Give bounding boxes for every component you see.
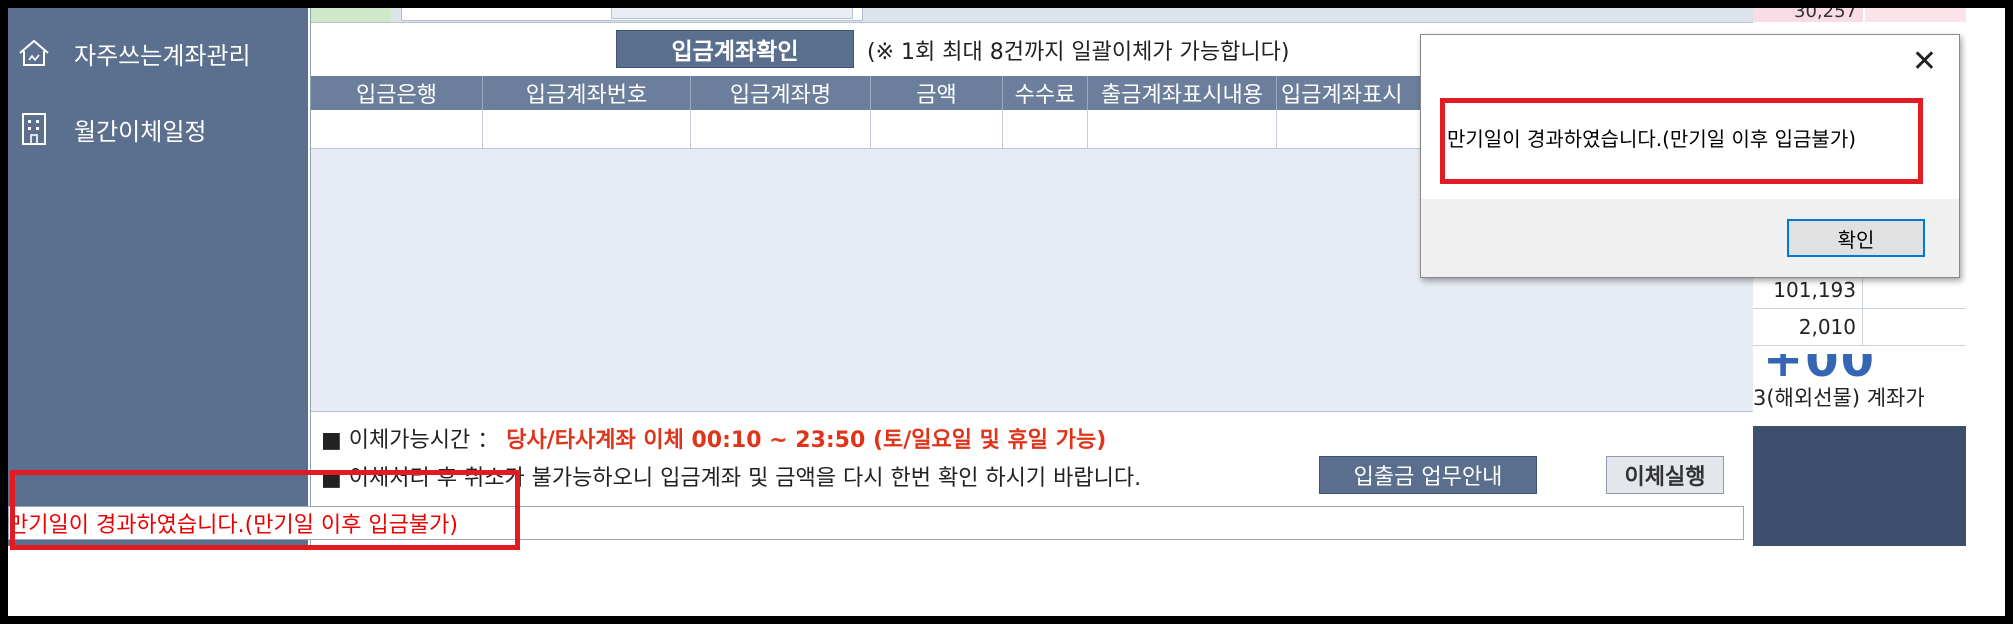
strip-field[interactable] bbox=[611, 8, 853, 19]
transfer-hours-value: 당사/타사계좌 이체 00:10 ~ 23:50 (토/일요일 및 휴일 가능) bbox=[506, 428, 1107, 453]
highlight-box bbox=[1440, 98, 1923, 184]
transfer-info-area: ■ 이체가능시간 ： 당사/타사계좌 이체 00:10 ~ 23:50 (토/일… bbox=[311, 411, 1754, 502]
overseas-futures-banner: +00 3(해외선물) 계좌가 bbox=[1753, 354, 1966, 414]
confirm-deposit-account-button[interactable]: 입금계좌확인 bbox=[616, 30, 854, 68]
banner-text: 3(해외선물) 계좌가 bbox=[1753, 386, 1925, 410]
transfer-hours-text: ■ 이체가능시간 ： 당사/타사계좌 이체 00:10 ~ 23:50 (토/일… bbox=[321, 422, 1106, 454]
building-icon bbox=[14, 109, 54, 149]
column-header[interactable]: 금액 bbox=[871, 76, 1003, 110]
dialog-footer: 확인 bbox=[1421, 199, 1959, 277]
top-value-cell bbox=[1865, 8, 1966, 22]
column-header[interactable]: 입금은행 bbox=[311, 76, 483, 110]
deposit-withdrawal-guide-button[interactable]: 입출금 업무안내 bbox=[1319, 456, 1537, 494]
ok-button[interactable]: 확인 bbox=[1787, 219, 1925, 257]
table-row: 2,010 bbox=[1753, 309, 1966, 346]
sidebar-item-label: 월간이체일정 bbox=[74, 117, 207, 146]
right-panel-footer bbox=[1753, 426, 1966, 546]
close-icon[interactable]: ✕ bbox=[1912, 47, 1937, 77]
sidebar-item-favorite-accounts[interactable]: 자주쓰는계좌관리 bbox=[8, 28, 308, 78]
strip-cell bbox=[311, 8, 391, 22]
table-cell[interactable] bbox=[483, 110, 691, 148]
screenshot-frame: 자주쓰는계좌관리 월간이체일정 입금계좌확인 (※ 1회 최대 8건까지 일괄이… bbox=[8, 8, 2005, 616]
sidebar-item-monthly-schedule[interactable]: 월간이체일정 bbox=[8, 104, 308, 154]
sidebar-item-label: 자주쓰는계좌관리 bbox=[74, 41, 251, 70]
top-value-row: 30,257 bbox=[1753, 8, 1966, 24]
column-header[interactable]: 입금계좌번호 bbox=[483, 76, 691, 110]
table-cell[interactable] bbox=[691, 110, 871, 148]
execute-transfer-button[interactable]: 이체실행 bbox=[1606, 456, 1724, 494]
transfer-hours-label: ■ 이체가능시간 ： bbox=[321, 428, 500, 453]
column-header[interactable]: 출금계좌표시내용 bbox=[1088, 76, 1277, 110]
sidebar: 자주쓰는계좌관리 월간이체일정 bbox=[8, 8, 308, 546]
table-cell[interactable] bbox=[1088, 110, 1277, 148]
top-input-strip bbox=[311, 8, 1754, 23]
batch-limit-hint: (※ 1회 최대 8건까지 일괄이체가 가능합니다) bbox=[867, 40, 1290, 65]
value-cell: 2,010 bbox=[1753, 309, 1863, 345]
house-icon bbox=[14, 33, 54, 73]
column-header[interactable]: 수수료 bbox=[1003, 76, 1088, 110]
table-cell[interactable] bbox=[1003, 110, 1088, 148]
top-value: 30,257 bbox=[1753, 8, 1863, 22]
table-cell[interactable] bbox=[311, 110, 483, 148]
table-cell[interactable] bbox=[871, 110, 1003, 148]
column-header[interactable]: 입금계좌명 bbox=[691, 76, 871, 110]
highlight-box bbox=[10, 470, 520, 550]
